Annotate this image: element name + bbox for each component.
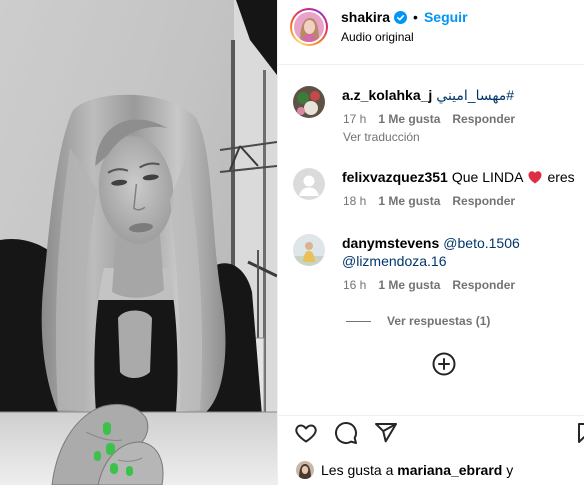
- comment-row: danymstevens @beto.1506: [342, 234, 520, 252]
- view-replies-button[interactable]: Ver respuestas (1): [387, 313, 490, 329]
- header-divider: [278, 64, 584, 65]
- share-icon[interactable]: [374, 421, 398, 445]
- comment-time[interactable]: 17 h: [343, 111, 366, 127]
- comment-row: a.z_kolahka_j #مهسا_اميني: [342, 86, 514, 104]
- comment-username[interactable]: a.z_kolahka_j: [342, 86, 432, 104]
- shirt-print: [118, 310, 152, 378]
- likes-summary: Les gusta a mariana_ebrard y: [321, 461, 513, 479]
- liker-avatar[interactable]: [296, 461, 314, 479]
- plus-circle-icon[interactable]: [432, 352, 456, 376]
- comment-meta: 16 h 1 Me gusta Responder: [343, 277, 515, 293]
- actions-divider: [278, 415, 584, 416]
- follow-button[interactable]: Seguir: [424, 8, 468, 26]
- post-panel: shakira • Seguir Audio original a.z_kola…: [277, 0, 584, 485]
- comment-time[interactable]: 18 h: [343, 193, 366, 209]
- comment-likes[interactable]: 1 Me gusta: [378, 111, 440, 127]
- author-username[interactable]: shakira: [341, 8, 390, 26]
- comment-likes[interactable]: 1 Me gusta: [378, 193, 440, 209]
- default-avatar-icon[interactable]: [293, 168, 325, 200]
- comment-text: eres: [547, 169, 575, 185]
- see-translation-link[interactable]: Ver traducción: [343, 129, 420, 145]
- header-separator: •: [413, 9, 418, 25]
- comment-mention[interactable]: @lizmendoza.16: [342, 252, 447, 270]
- post-media[interactable]: [0, 0, 277, 485]
- comment-row: felixvazquez351 Que LINDA eres: [342, 168, 575, 186]
- comment-meta: 18 h 1 Me gusta Responder: [343, 193, 515, 209]
- comment-meta: 17 h 1 Me gusta Responder: [343, 111, 515, 127]
- profile-avatar-image: [294, 12, 324, 42]
- comment-mention[interactable]: @beto.1506: [443, 234, 520, 252]
- liker-username[interactable]: mariana_ebrard: [397, 462, 502, 478]
- comment-row-continued: @lizmendoza.16: [342, 252, 447, 270]
- comment-avatar[interactable]: [293, 86, 325, 118]
- audio-link[interactable]: Audio original: [341, 29, 414, 45]
- comment-text: Que LINDA: [451, 169, 524, 185]
- likes-prefix: Les gusta a: [321, 462, 394, 478]
- profile-avatar[interactable]: [290, 8, 328, 46]
- comment-time[interactable]: 16 h: [343, 277, 366, 293]
- comment-username[interactable]: danymstevens: [342, 234, 439, 252]
- reply-button[interactable]: Responder: [452, 277, 515, 293]
- reply-button[interactable]: Responder: [452, 193, 515, 209]
- comment-avatar[interactable]: [293, 234, 325, 266]
- replies-divider: [346, 321, 371, 322]
- reply-button[interactable]: Responder: [452, 111, 515, 127]
- bookmark-icon[interactable]: [575, 421, 584, 445]
- likes-suffix: y: [506, 462, 514, 478]
- post-photo: [0, 0, 277, 485]
- verified-badge-icon: [394, 10, 408, 24]
- comment-likes[interactable]: 1 Me gusta: [378, 277, 440, 293]
- post-header: shakira • Seguir: [341, 8, 468, 26]
- comment-icon[interactable]: [334, 421, 358, 445]
- comment-hashtag[interactable]: #مهسا_اميني: [436, 86, 514, 104]
- comment-username[interactable]: felixvazquez351: [342, 168, 448, 186]
- heart-icon[interactable]: [294, 421, 318, 445]
- red-heart-emoji-icon: [527, 169, 543, 185]
